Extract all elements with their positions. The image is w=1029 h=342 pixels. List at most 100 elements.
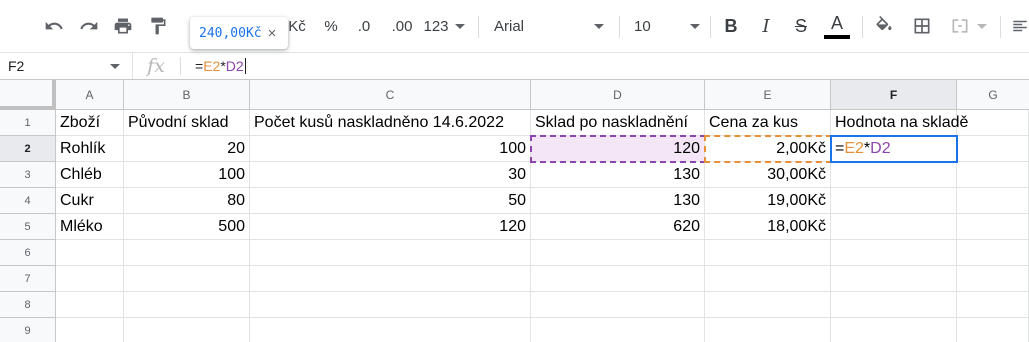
cell-b4[interactable]: 80 [124,188,250,214]
font-family-select[interactable]: Arial [490,10,608,42]
cell-d4[interactable]: 130 [531,188,705,214]
cell-g9[interactable] [957,318,1029,342]
cell-b9[interactable] [124,318,250,342]
cell-e2[interactable]: 2,00Kč [705,136,831,162]
column-header-g[interactable]: G [957,80,1029,110]
cell-c6[interactable] [250,240,531,266]
cell-g4[interactable] [957,188,1029,214]
italic-button[interactable]: I [753,10,779,42]
cell-a1[interactable]: Zboží [56,110,124,136]
cell-a4[interactable]: Cukr [56,188,124,214]
row-header-2[interactable]: 2 [0,136,56,162]
cell-d1[interactable]: Sklad po naskladnění [531,110,705,136]
decrease-decimals-button[interactable]: .0 [352,10,376,42]
formula-input[interactable]: = E2 * D2 [195,53,246,79]
cell-c7[interactable] [250,266,531,292]
font-size-select[interactable]: 10 [630,10,704,42]
close-icon[interactable]: × [268,25,277,42]
cell-d5[interactable]: 620 [531,214,705,240]
cell-f3[interactable] [831,162,957,188]
cell-a2[interactable]: Rohlík [56,136,124,162]
cell-c2[interactable]: 100 [250,136,531,162]
cell-e8[interactable] [705,292,831,318]
select-all-corner[interactable] [0,80,56,110]
row-header-3[interactable]: 3 [0,162,56,188]
cell-f4[interactable] [831,188,957,214]
cell-b8[interactable] [124,292,250,318]
cell-a5[interactable]: Mléko [56,214,124,240]
cell-b3[interactable]: 100 [124,162,250,188]
row-header-1[interactable]: 1 [0,110,56,136]
row-header-6[interactable]: 6 [0,240,56,266]
cell-g6[interactable] [957,240,1029,266]
cell-c3[interactable]: 30 [250,162,531,188]
column-header-e[interactable]: E [705,80,831,110]
align-left-icon[interactable] [1010,10,1029,42]
cell-e6[interactable] [705,240,831,266]
name-box[interactable]: F2 [0,53,133,79]
cell-f2[interactable]: =E2*D2 [831,136,957,162]
borders-icon[interactable] [908,10,936,42]
cell-a7[interactable] [56,266,124,292]
cell-d2[interactable]: 120 [531,136,705,162]
column-header-b[interactable]: B [124,80,250,110]
cell-b2[interactable]: 20 [124,136,250,162]
redo-icon[interactable] [75,10,103,42]
undo-icon[interactable] [40,10,68,42]
cell-d7[interactable] [531,266,705,292]
cell-d8[interactable] [531,292,705,318]
cell-e5[interactable]: 18,00Kč [705,214,831,240]
cell-d6[interactable] [531,240,705,266]
column-header-a[interactable]: A [56,80,124,110]
cell-g5[interactable] [957,214,1029,240]
cell-g2[interactable] [957,136,1029,162]
cell-d3[interactable]: 130 [531,162,705,188]
cell-g3[interactable] [957,162,1029,188]
cell-g7[interactable] [957,266,1029,292]
column-header-d[interactable]: D [531,80,705,110]
cell-e3[interactable]: 30,00Kč [705,162,831,188]
print-icon[interactable] [109,10,137,42]
cell-b7[interactable] [124,266,250,292]
cell-b6[interactable] [124,240,250,266]
cell-f9[interactable] [831,318,957,342]
cell-e9[interactable] [705,318,831,342]
cell-e4[interactable]: 19,00Kč [705,188,831,214]
merge-cells-icon[interactable] [944,10,992,42]
bold-button[interactable]: B [718,10,744,42]
cell-c1[interactable]: Počet kusů naskladněno 14.6.2022 [250,110,531,136]
cell-d9[interactable] [531,318,705,342]
cell-a8[interactable] [56,292,124,318]
cell-b5[interactable]: 500 [124,214,250,240]
column-header-c[interactable]: C [250,80,531,110]
paint-format-icon[interactable] [144,10,172,42]
cell-f1[interactable]: Hodnota na skladě [831,110,968,136]
percent-format-button[interactable]: % [320,10,342,42]
cell-f7[interactable] [831,266,957,292]
column-header-f[interactable]: F [831,80,957,110]
row-header-9[interactable]: 9 [0,318,56,342]
cell-f6[interactable] [831,240,957,266]
cell-c5[interactable]: 120 [250,214,531,240]
cell-c4[interactable]: 50 [250,188,531,214]
row-header-4[interactable]: 4 [0,188,56,214]
text-color-button[interactable]: A [822,10,852,42]
strikethrough-button[interactable]: S [788,10,814,42]
cell-g8[interactable] [957,292,1029,318]
cell-a6[interactable] [56,240,124,266]
row-header-8[interactable]: 8 [0,292,56,318]
cell-c9[interactable] [250,318,531,342]
cell-e7[interactable] [705,266,831,292]
cell-b1[interactable]: Původní sklad [124,110,250,136]
row-header-7[interactable]: 7 [0,266,56,292]
cell-f8[interactable] [831,292,957,318]
cell-g1[interactable] [957,110,1029,136]
cell-f5[interactable] [831,214,957,240]
increase-decimals-button[interactable]: .00 [388,10,416,42]
row-header-5[interactable]: 5 [0,214,56,240]
more-formats-button[interactable]: 123 [423,10,465,42]
cell-c8[interactable] [250,292,531,318]
fill-color-icon[interactable] [870,10,898,42]
cell-e1[interactable]: Cena za kus [705,110,831,136]
cell-a9[interactable] [56,318,124,342]
